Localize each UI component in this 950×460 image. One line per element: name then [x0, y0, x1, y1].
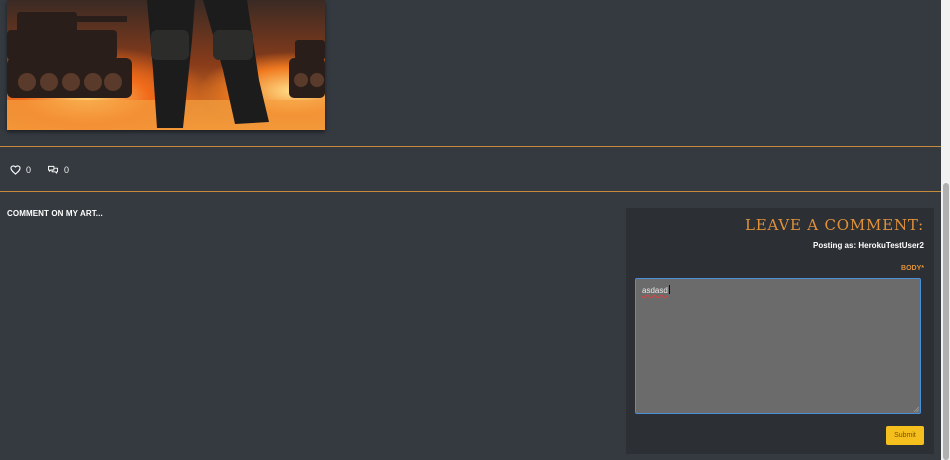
- comments-heading: COMMENT ON MY ART...: [7, 209, 103, 218]
- art-image-illustration: [7, 0, 325, 130]
- comment-body-textarea[interactable]: asdasd: [635, 278, 921, 414]
- comment-form-title: Leave a comment:: [744, 216, 924, 234]
- comment-form-panel: Leave a comment: Posting as: HerokuTestU…: [626, 208, 934, 454]
- heart-outline-icon: [10, 165, 21, 175]
- comments-count: 0: [64, 165, 70, 175]
- divider-top: [0, 146, 941, 147]
- submit-button[interactable]: Submit: [886, 426, 924, 445]
- post-stats: 0 0: [10, 163, 85, 177]
- page: 0 0 COMMENT ON MY ART... Leave a comment…: [0, 0, 950, 460]
- chat-bubbles-icon: [48, 165, 59, 174]
- comment-body-value: asdasd: [642, 286, 668, 295]
- comments-button[interactable]: 0: [47, 165, 69, 175]
- likes-count: 0: [26, 165, 32, 175]
- resize-grip-icon[interactable]: [913, 406, 919, 412]
- like-button[interactable]: 0: [10, 165, 31, 175]
- divider-bottom: [0, 191, 941, 192]
- text-caret: [668, 285, 670, 294]
- posting-as-text: Posting as: HerokuTestUser2: [813, 241, 924, 250]
- body-label: BODY*: [901, 265, 924, 272]
- scrollbar-thumb[interactable]: [943, 183, 949, 460]
- art-image[interactable]: [7, 0, 325, 130]
